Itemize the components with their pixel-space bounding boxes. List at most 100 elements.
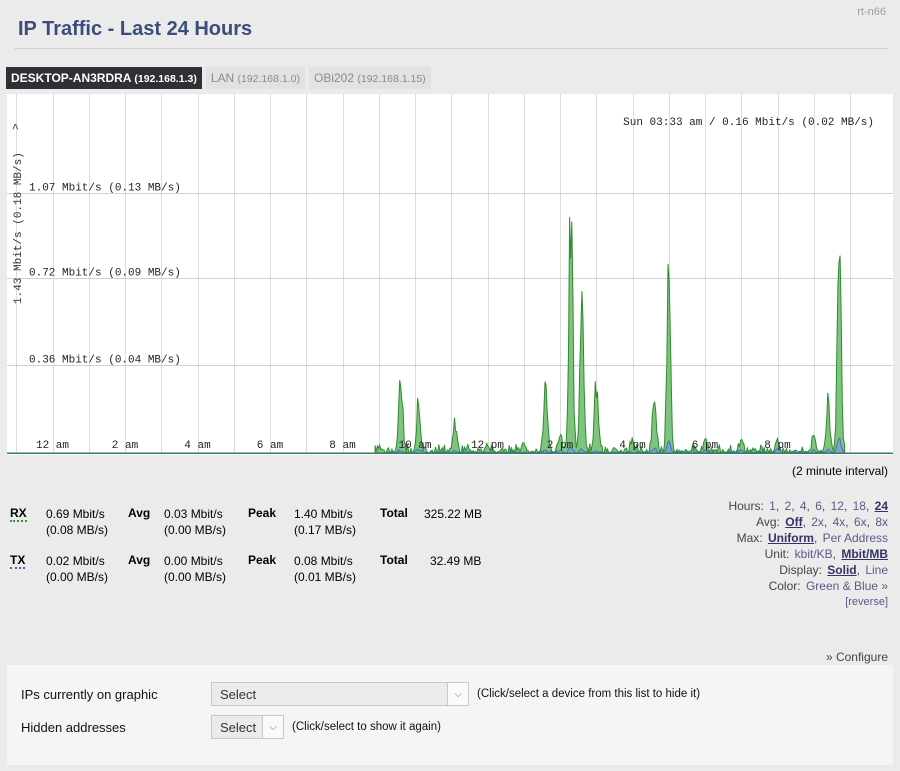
unit-label: Unit:: [764, 547, 790, 561]
rx-current-mb: (0.08 MB/s): [46, 523, 109, 537]
tx-current-mb: (0.00 MB/s): [46, 570, 109, 584]
hidden-label: Hidden addresses: [21, 719, 126, 735]
chevron-down-icon: ⌵: [447, 683, 468, 705]
hours-6[interactable]: 6: [815, 499, 822, 513]
hidden-hint: (Click/select to show it again): [292, 721, 441, 733]
rx-avg-label: Avg: [128, 506, 151, 520]
chevron-down-icon: ⌵: [262, 716, 283, 738]
max-uniform[interactable]: Uniform: [768, 531, 814, 545]
hours-option: Hours: 1, 2, 4, 6, 12, 18, 24: [728, 499, 888, 513]
tab-ip: (192.168.1.3): [134, 73, 197, 85]
rx-peak-label: Peak: [248, 506, 277, 520]
tx-avg: 0.00 Mbit/s: [164, 554, 223, 568]
hours-1[interactable]: 1: [769, 499, 776, 513]
rx-total: 325.22 MB: [424, 507, 483, 521]
tab-name: OBi202: [313, 71, 355, 85]
tab-desktop[interactable]: DESKTOP-AN3RDRA (192.168.1.3): [6, 67, 202, 89]
reverse-option: [reverse]: [726, 594, 888, 610]
hours-24[interactable]: 24: [875, 499, 888, 513]
ips-label: IPs currently on graphic: [21, 686, 158, 702]
tab-ip: (192.168.1.0): [237, 73, 300, 85]
address-tabs: DESKTOP-AN3RDRA (192.168.1.3) LAN (192.1…: [6, 67, 431, 89]
hours-2[interactable]: 2: [785, 499, 792, 513]
hidden-select-value: Select: [220, 719, 257, 735]
rx-area: [7, 217, 893, 455]
y-axis-max-label: 1.43 Mbit/s (0.18 MB/s): [13, 152, 25, 304]
max-label: Max:: [736, 531, 763, 545]
address-filter-panel: IPs currently on graphic Select ⌵ (Click…: [7, 665, 893, 765]
avg-4x[interactable]: 4x: [833, 515, 846, 529]
hidden-row: Hidden addresses Select ⌵ (Click/select …: [21, 715, 441, 739]
interval-note: (2 minute interval): [791, 464, 888, 478]
router-name: rt-n66: [857, 6, 886, 18]
ips-row: IPs currently on graphic Select ⌵ (Click…: [21, 682, 700, 706]
hours-18[interactable]: 18: [853, 499, 866, 513]
cursor-readout: Sun 03:33 am / 0.16 Mbit/s (0.02 MB/s): [623, 117, 874, 129]
time-label: 4 am: [184, 440, 211, 452]
ips-select[interactable]: Select ⌵: [211, 682, 469, 706]
tab-ip: (192.168.1.15): [357, 73, 426, 85]
time-label: 2 pm: [547, 440, 574, 452]
avg-off[interactable]: Off: [785, 515, 802, 529]
hours-4[interactable]: 4: [800, 499, 807, 513]
tx-current: 0.02 Mbit/s: [46, 554, 105, 568]
time-label: 8 pm: [764, 440, 791, 452]
tx-key: TX: [10, 553, 26, 569]
tx-peak-mb: (0.01 MB/s): [294, 570, 357, 584]
tx-total: 32.49 MB: [430, 554, 482, 568]
avg-8x[interactable]: 8x: [875, 515, 888, 529]
gridline-labels: 1.07 Mbit/s (0.13 MB/s) 0.72 Mbit/s (0.09…: [29, 183, 181, 367]
rx-peak: 1.40 Mbit/s: [294, 507, 353, 521]
max-per-address[interactable]: Per Address: [823, 531, 888, 545]
display-line[interactable]: Line: [865, 563, 888, 577]
configure-link[interactable]: » Configure: [826, 650, 888, 664]
display-label: Display:: [779, 563, 822, 577]
rx-stats: RX 0.69 Mbit/s (0.08 MB/s) Avg 0.03 Mbit…: [10, 506, 510, 540]
tx-total-label: Total: [380, 553, 408, 567]
traffic-graph[interactable]: > 1.43 Mbit/s (0.18 MB/s) Sun 03:33 am /…: [7, 94, 893, 455]
rx-total-label: Total: [380, 506, 408, 520]
tx-avg-mb: (0.00 MB/s): [164, 570, 227, 584]
unit-mbit[interactable]: Mbit/MB: [841, 547, 888, 561]
tab-obi202[interactable]: OBi202 (192.168.1.15): [308, 67, 431, 89]
hours-label: Hours:: [728, 499, 764, 513]
gridline-label: 0.36 Mbit/s (0.04 MB/s): [29, 355, 181, 367]
max-option: Max: Uniform, Per Address: [736, 531, 888, 545]
avg-6x[interactable]: 6x: [854, 515, 867, 529]
traffic-graph-svg: > 1.43 Mbit/s (0.18 MB/s) Sun 03:33 am /…: [7, 94, 893, 455]
hours-12[interactable]: 12: [831, 499, 844, 513]
horizontal-gridlines: [7, 193, 893, 366]
tx-peak-label: Peak: [248, 553, 277, 567]
tx-stats: TX 0.02 Mbit/s (0.00 MB/s) Avg 0.00 Mbit…: [10, 553, 510, 587]
tx-peak: 0.08 Mbit/s: [294, 554, 353, 568]
time-label: 8 am: [329, 440, 356, 452]
rx-key: RX: [10, 506, 27, 522]
gridline-label: 1.07 Mbit/s (0.13 MB/s): [29, 183, 181, 195]
avg-2x[interactable]: 2x: [811, 515, 824, 529]
ips-hint: (Click/select a device from this list to…: [477, 688, 701, 700]
title-divider: [14, 48, 888, 49]
hidden-select[interactable]: Select ⌵: [211, 715, 284, 739]
rx-avg-mb: (0.00 MB/s): [164, 523, 227, 537]
avg-label: Avg:: [756, 515, 780, 529]
display-solid[interactable]: Solid: [827, 563, 856, 577]
reverse-link[interactable]: [reverse]: [845, 596, 888, 608]
tx-avg-label: Avg: [128, 553, 151, 567]
time-label: 10 am: [398, 440, 431, 452]
unit-kbit[interactable]: kbit/KB: [795, 547, 833, 561]
ips-select-value: Select: [220, 686, 257, 702]
time-label: 2 am: [112, 440, 139, 452]
graph-options: Hours: 1, 2, 4, 6, 12, 18, 24 Avg: Off, …: [726, 498, 888, 610]
page-title: IP Traffic - Last 24 Hours: [18, 18, 253, 40]
avg-option: Avg: Off, 2x, 4x, 6x, 8x: [756, 515, 888, 529]
time-label: 12 am: [36, 440, 69, 452]
color-link[interactable]: Green & Blue »: [806, 579, 888, 593]
tab-name: DESKTOP-AN3RDRA: [11, 71, 132, 85]
tab-lan[interactable]: LAN (192.168.1.0): [205, 67, 305, 89]
unit-option: Unit: kbit/KB, Mbit/MB: [764, 547, 888, 561]
time-label: 6 am: [257, 440, 284, 452]
rx-peak-mb: (0.17 MB/s): [294, 523, 357, 537]
y-axis-arrow: >: [11, 123, 23, 130]
time-label: 4 pm: [619, 440, 646, 452]
color-option: Color: Green & Blue »: [726, 578, 888, 594]
